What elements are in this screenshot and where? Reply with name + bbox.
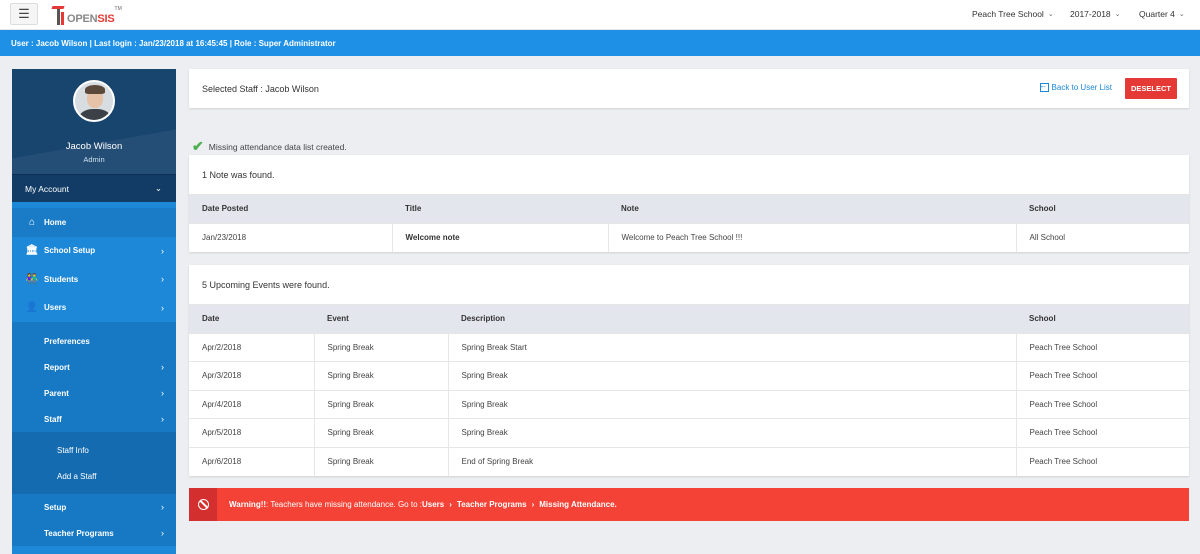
back-to-user-list-link[interactable]: Back to User List <box>1039 81 1112 92</box>
table-row[interactable]: Apr/5/2018 Spring Break Spring Break Peach … <box>189 418 1189 447</box>
column-header[interactable]: School <box>1016 195 1189 223</box>
my-account-toggle[interactable]: My Account ⌄ <box>12 174 176 202</box>
chevron-right-icon: › <box>161 302 164 313</box>
warning-prefix: Warning!! <box>229 500 267 509</box>
users-icon: 👤 <box>25 302 39 314</box>
column-header[interactable]: Date Posted <box>189 195 392 223</box>
warning-link-teacher-programs[interactable]: Teacher Programs <box>457 500 527 509</box>
column-header[interactable]: Description <box>448 305 1016 333</box>
hamburger-icon: ☰ <box>18 6 30 21</box>
deselect-button[interactable]: DESELECT <box>1125 78 1177 99</box>
logo-text-open: OPEN <box>67 13 98 25</box>
menu-toggle-button[interactable]: ☰ <box>10 3 38 25</box>
warning-text: : Teachers have missing attendance. Go t… <box>266 500 422 509</box>
column-header[interactable]: Date <box>189 305 314 333</box>
warning-link-missing-attendance[interactable]: Missing Attendance. <box>539 500 617 509</box>
notes-table: Date Posted Title Note School Jan/23/201… <box>189 195 1189 252</box>
users-submenu: Preferences Report › Parent › Staff › Staff… <box>12 322 176 546</box>
sidebar-item-students[interactable]: 👫 Students › <box>12 265 176 294</box>
chevron-right-icon: › <box>449 500 452 509</box>
selected-staff-label: Selected Staff : Jacob Wilson <box>202 83 319 94</box>
school-dropdown[interactable]: Peach Tree School ⌄ <box>972 9 1054 19</box>
sidebar-item-home[interactable]: ⌂ Home <box>12 208 176 237</box>
sidebar-item-school-setup[interactable]: 🏛 School Setup › <box>12 237 176 266</box>
column-header[interactable]: Title <box>392 195 608 223</box>
chevron-down-icon: ⌄ <box>1114 11 1121 18</box>
logo-text-sis: SIS <box>97 13 115 25</box>
quarter-dropdown[interactable]: Quarter 4 ⌄ <box>1139 9 1185 19</box>
chevron-right-icon: › <box>161 414 164 424</box>
chevron-down-icon: ⌄ <box>154 183 162 193</box>
profile-role: Admin <box>83 155 105 164</box>
logo-trademark: TM <box>114 6 122 12</box>
events-panel: 5 Upcoming Events were found. Date Event… <box>189 265 1189 476</box>
sidebar-item-staff-info[interactable]: Staff Info <box>12 437 176 463</box>
chevron-down-icon: ⌄ <box>1047 11 1054 18</box>
sidebar-item-setup[interactable]: Setup › <box>12 494 176 520</box>
events-table: Date Event Description School Apr/2/2018… <box>189 305 1189 476</box>
bank-icon: 🏛 <box>25 245 39 257</box>
sidebar-item-staff[interactable]: Staff › <box>12 406 176 432</box>
chevron-down-icon: ⌄ <box>1178 11 1185 18</box>
chevron-right-icon: › <box>161 274 164 285</box>
table-row[interactable]: Apr/6/2018 Spring Break End of Spring Brea… <box>189 446 1189 476</box>
sidebar-item-add-staff[interactable]: Add a Staff <box>12 463 176 489</box>
warning-link-users[interactable]: Users <box>422 500 444 509</box>
year-dropdown[interactable]: 2017-2018 ⌄ <box>1070 9 1121 19</box>
chevron-right-icon: › <box>161 362 164 372</box>
table-row[interactable]: Jan/23/2018 Welcome note Welcome to Peac… <box>189 222 1189 252</box>
notes-panel: 1 Note was found. Date Posted Title Note… <box>189 155 1189 252</box>
chevron-right-icon: › <box>161 528 164 538</box>
sidebar: Jacob Wilson Admin My Account ⌄ ⌂ Home 🏛 S… <box>12 69 176 554</box>
events-title: 5 Upcoming Events were found. <box>189 265 1189 305</box>
checkmark-icon: ✔ <box>192 138 204 154</box>
table-row[interactable]: Apr/2/2018 Spring Break Spring Break Start… <box>189 332 1189 362</box>
students-icon: 👫 <box>25 273 39 285</box>
avatar[interactable] <box>73 80 115 122</box>
chevron-right-icon: › <box>531 500 535 509</box>
sidebar-item-parent[interactable]: Parent › <box>12 380 176 406</box>
profile-panel: Jacob Wilson Admin <box>12 69 176 174</box>
user-info-bar: User : Jacob Wilson | Last login : Jan/2… <box>0 30 1200 56</box>
table-row[interactable]: Apr/4/2018 Spring Break Spring Break Peach … <box>189 389 1189 419</box>
opensis-logo[interactable]: OPENSIS TM <box>51 4 122 26</box>
missing-attendance-warning: Warning!! : Teachers have missing attend… <box>189 488 1189 521</box>
column-header[interactable]: School <box>1016 305 1189 333</box>
chevron-right-icon: › <box>161 388 164 398</box>
column-header[interactable]: Event <box>314 305 448 333</box>
home-icon: ⌂ <box>28 216 36 228</box>
sidebar-item-users[interactable]: 👤 Users › <box>12 294 176 323</box>
staff-submenu: Staff Info Add a Staff <box>12 432 176 494</box>
logo-mark-icon <box>51 6 66 26</box>
top-bar: ☰ OPENSIS TM Peach Tree School ⌄ 2017-201… <box>0 0 1200 30</box>
block-icon <box>189 488 217 521</box>
chevron-right-icon: › <box>161 502 164 512</box>
table-row[interactable]: Apr/3/2018 Spring Break Spring Break Peach … <box>189 361 1189 390</box>
chevron-right-icon: › <box>161 245 164 256</box>
sidebar-item-report[interactable]: Report › <box>12 354 176 380</box>
success-message: ✔ Missing attendance data list created. <box>192 138 347 154</box>
column-header[interactable]: Note <box>608 195 1016 223</box>
notes-title: 1 Note was found. <box>189 155 1189 195</box>
profile-name: Jacob Wilson <box>65 141 123 152</box>
back-arrow-icon <box>1039 81 1049 92</box>
sidebar-item-teacher-programs[interactable]: Teacher Programs › <box>12 520 176 546</box>
selected-staff-card: Selected Staff : Jacob Wilson Back to Us… <box>189 69 1189 108</box>
sidebar-item-preferences[interactable]: Preferences <box>12 328 176 354</box>
